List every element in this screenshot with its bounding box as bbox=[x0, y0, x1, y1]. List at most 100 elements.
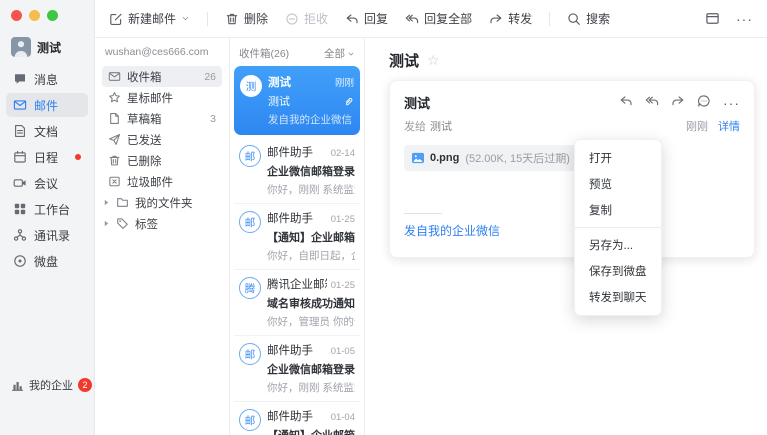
folder-junk[interactable]: 垃圾邮件 bbox=[102, 171, 222, 192]
card-more-button[interactable]: ··· bbox=[723, 95, 740, 111]
list-title: 收件箱(26) bbox=[239, 46, 289, 61]
mail-list-item[interactable]: 腾腾讯企业邮箱01-25域名审核成功通知你好，管理员 你的企业邮箱域名 c bbox=[234, 270, 360, 336]
trash-icon bbox=[225, 12, 239, 26]
folder-my-folders[interactable]: 我的文件夹 bbox=[102, 192, 222, 213]
fullscreen-button[interactable] bbox=[47, 10, 58, 21]
menu-divider bbox=[575, 227, 661, 228]
details-link[interactable]: 详情 bbox=[718, 121, 740, 133]
unread-dot bbox=[75, 154, 81, 160]
user-profile[interactable]: 测试 bbox=[0, 21, 94, 65]
star-icon[interactable]: ☆ bbox=[427, 52, 440, 69]
mail-subject: 企业微信邮箱登录提醒 bbox=[267, 163, 355, 179]
sender-avatar: 测 bbox=[240, 75, 262, 97]
toolbar-search-button[interactable]: 搜索 bbox=[567, 10, 610, 27]
card-comment-button[interactable] bbox=[697, 94, 711, 111]
reading-pane-toggle-icon[interactable] bbox=[705, 11, 720, 26]
sidebar-nav: 消息邮件文档日程会议工作台通讯录微盘 bbox=[0, 65, 94, 275]
reply-icon bbox=[619, 94, 633, 108]
wecom-mail-window: 测试 消息邮件文档日程会议工作台通讯录微盘 我的企业 2 新建邮件 删除拒收回复… bbox=[0, 0, 767, 435]
sidebar-item-contacts[interactable]: 通讯录 bbox=[6, 223, 88, 247]
sidebar-item-my-company[interactable]: 我的企业 2 bbox=[11, 377, 92, 393]
toolbar-reject-button[interactable]: 拒收 bbox=[285, 10, 328, 27]
mail-list-item[interactable]: 邮邮件助手01-25【通知】企业邮箱正式启用通知你好，自即日起，企业已开始使 bbox=[234, 204, 360, 270]
sender-avatar: 腾 bbox=[239, 277, 261, 299]
trash-icon bbox=[108, 154, 121, 167]
mail-list-item[interactable]: 邮邮件助手02-14企业微信邮箱登录提醒你好，刚刚 系统监测到你的邮箱账 bbox=[234, 138, 360, 204]
menu-item-save-to-drive[interactable]: 保存到微盘 bbox=[575, 258, 661, 284]
menu-item-forward-to-chat[interactable]: 转发到聊天 bbox=[575, 284, 661, 310]
sidebar-item-workspace[interactable]: 工作台 bbox=[6, 197, 88, 221]
toolbar-search-label: 搜索 bbox=[586, 10, 610, 27]
sidebar-item-messages[interactable]: 消息 bbox=[6, 67, 88, 91]
toolbar-delete-button[interactable]: 删除 bbox=[225, 10, 268, 27]
sidebar-item-docs[interactable]: 文档 bbox=[6, 119, 88, 143]
menu-item-preview[interactable]: 预览 bbox=[575, 171, 661, 197]
folder-drafts[interactable]: 草稿箱3 bbox=[102, 108, 222, 129]
close-button[interactable] bbox=[11, 10, 22, 21]
folder-starred[interactable]: 星标邮件 bbox=[102, 87, 222, 108]
notification-badge: 2 bbox=[78, 378, 92, 392]
list-filter-dropdown[interactable]: 全部 bbox=[324, 46, 355, 61]
folder-count: 3 bbox=[210, 113, 216, 125]
minimize-button[interactable] bbox=[29, 10, 40, 21]
menu-item-copy[interactable]: 复制 bbox=[575, 197, 661, 223]
content-row: wushan@ces666.com 收件箱 26 星标邮件草稿箱3已发送已删除垃圾邮… bbox=[95, 38, 767, 435]
doc-icon bbox=[13, 124, 27, 138]
sidebar-item-meetings[interactable]: 会议 bbox=[6, 171, 88, 195]
signature-divider bbox=[404, 213, 442, 214]
sidebar-item-calendar[interactable]: 日程 bbox=[6, 145, 88, 169]
grid-icon bbox=[13, 202, 27, 216]
disc-icon bbox=[13, 254, 27, 268]
menu-item-open[interactable]: 打开 bbox=[575, 145, 661, 171]
send-icon bbox=[108, 133, 121, 146]
account-email[interactable]: wushan@ces666.com bbox=[102, 44, 222, 66]
caret-right-icon bbox=[103, 199, 110, 206]
folder-label: 我的文件夹 bbox=[135, 195, 193, 211]
image-file-icon bbox=[412, 152, 424, 164]
junk-icon bbox=[108, 175, 121, 188]
menu-item-save-as[interactable]: 另存为... bbox=[575, 232, 661, 258]
compose-button[interactable]: 新建邮件 bbox=[109, 10, 190, 27]
signature-link[interactable]: 发自我的企业微信 bbox=[404, 222, 500, 243]
sidebar-item-label: 微盘 bbox=[34, 253, 58, 270]
toolbar-forward-button[interactable]: 转发 bbox=[489, 10, 532, 27]
sidebar-item-drive[interactable]: 微盘 bbox=[6, 249, 88, 273]
to-line: 发给测试 bbox=[404, 118, 452, 134]
card-reply-all-button[interactable] bbox=[645, 94, 659, 111]
folder-count: 26 bbox=[204, 71, 216, 83]
folder-sent[interactable]: 已发送 bbox=[102, 129, 222, 150]
toolbar-reply-all-button[interactable]: 回复全部 bbox=[405, 10, 472, 27]
mail-item-row1: 邮件助手01-05 bbox=[267, 342, 355, 358]
to-recipient: 测试 bbox=[430, 121, 452, 133]
attachment-meta: (52.00K, 15天后过期) bbox=[465, 150, 570, 166]
block-icon bbox=[285, 12, 299, 26]
folder-label: 垃圾邮件 bbox=[127, 174, 173, 190]
paperclip-icon bbox=[343, 96, 354, 107]
card-forward-button[interactable] bbox=[671, 94, 685, 111]
mail-list-item[interactable]: 测测试刚刚测试发自我的企业微信 bbox=[234, 66, 360, 135]
mail-list-item[interactable]: 邮邮件助手01-04【通知】企业邮箱正式启用通知你好，自即日起，企业已开始使 bbox=[234, 402, 360, 435]
sidebar-item-label: 消息 bbox=[34, 71, 58, 88]
toolbar-reply-button[interactable]: 回复 bbox=[345, 10, 388, 27]
sidebar-item-mail[interactable]: 邮件 bbox=[6, 93, 88, 117]
toolbar-more-button[interactable]: ··· bbox=[736, 11, 753, 27]
mail-item-body: 邮件助手01-05企业微信邮箱登录提醒你好，刚刚 系统监测到你的邮箱账 bbox=[267, 342, 355, 395]
mail-title: 测试 bbox=[389, 50, 419, 71]
folder-label: 收件箱 bbox=[127, 69, 162, 85]
filter-label: 全部 bbox=[324, 46, 345, 61]
folder-deleted[interactable]: 已删除 bbox=[102, 150, 222, 171]
folder-tags[interactable]: 标签 bbox=[102, 213, 222, 234]
sender-avatar: 邮 bbox=[239, 211, 261, 233]
mail-item-body: 邮件助手02-14企业微信邮箱登录提醒你好，刚刚 系统监测到你的邮箱账 bbox=[267, 144, 355, 197]
folder-label: 标签 bbox=[135, 216, 158, 232]
app-sidebar: 测试 消息邮件文档日程会议工作台通讯录微盘 我的企业 2 bbox=[0, 0, 95, 435]
card-reply-button[interactable] bbox=[619, 94, 633, 111]
mail-time: 刚刚 bbox=[686, 121, 708, 133]
card-sender: 测试 bbox=[404, 93, 430, 112]
folder-inbox[interactable]: 收件箱 26 bbox=[102, 66, 222, 87]
mail-sender: 腾讯企业邮箱 bbox=[267, 276, 327, 292]
mail-item-row2: 企业微信邮箱登录提醒 bbox=[267, 163, 355, 179]
mail-list-item[interactable]: 邮邮件助手01-05企业微信邮箱登录提醒你好，刚刚 系统监测到你的邮箱账 bbox=[234, 336, 360, 402]
mail-item-row2: 【通知】企业邮箱正式启用通知 bbox=[267, 229, 355, 245]
caret-right-icon bbox=[103, 220, 110, 227]
